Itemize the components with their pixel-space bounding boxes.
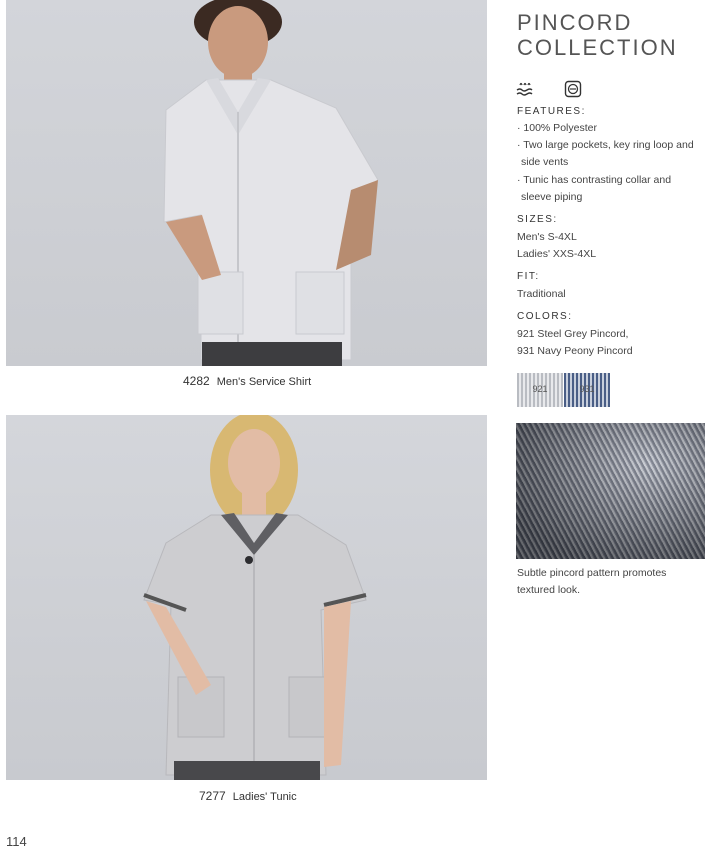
color-item: 921 Steel Grey Pincord,	[517, 328, 629, 340]
colors-label: COLORS:	[517, 311, 573, 322]
sizes-label: SIZES:	[517, 214, 558, 225]
feature-item: · 100% Polyester	[517, 122, 597, 134]
fit-item: Traditional	[517, 288, 566, 300]
feature-item: sleeve piping	[521, 191, 583, 203]
features-label: FEATURES:	[517, 106, 586, 117]
fabric-caption: Subtle pincord pattern promotes	[517, 567, 667, 579]
title-line: COLLECTION	[517, 35, 678, 60]
wash-30-icon	[516, 80, 534, 98]
product-name: Ladies' Tunic	[232, 791, 297, 803]
product-number: 7277	[199, 789, 226, 803]
mens-service-shirt-photo	[6, 0, 487, 366]
color-item: 931 Navy Peony Pincord	[517, 345, 633, 357]
color-swatch-921: 921	[517, 373, 563, 407]
fabric-caption: textured look.	[517, 584, 581, 596]
color-swatch-931: 931	[564, 373, 610, 407]
tumble-dry-icon	[564, 80, 582, 98]
size-item: Men's S-4XL	[517, 231, 577, 243]
ladies-tunic-photo	[6, 415, 487, 780]
product-number: 4282	[183, 374, 210, 388]
product-name: Men's Service Shirt	[216, 376, 312, 388]
collection-title: PINCORD COLLECTION	[517, 10, 678, 60]
swatch-code: 921	[532, 384, 548, 394]
care-icons	[516, 80, 608, 98]
feature-item: side vents	[521, 156, 569, 168]
product-caption: 4282 Men's Service Shirt	[183, 374, 311, 388]
title-line: PINCORD	[517, 10, 633, 35]
fabric-closeup-image	[516, 423, 705, 559]
size-item: Ladies' XXS-4XL	[517, 248, 597, 260]
fit-label: FIT:	[517, 271, 540, 282]
product-caption: 7277 Ladies' Tunic	[199, 789, 297, 803]
feature-item: · Two large pockets, key ring loop and	[517, 139, 694, 151]
page-number: 114	[6, 834, 27, 849]
swatch-code: 931	[579, 384, 595, 394]
feature-item: · Tunic has contrasting collar and	[517, 174, 672, 186]
